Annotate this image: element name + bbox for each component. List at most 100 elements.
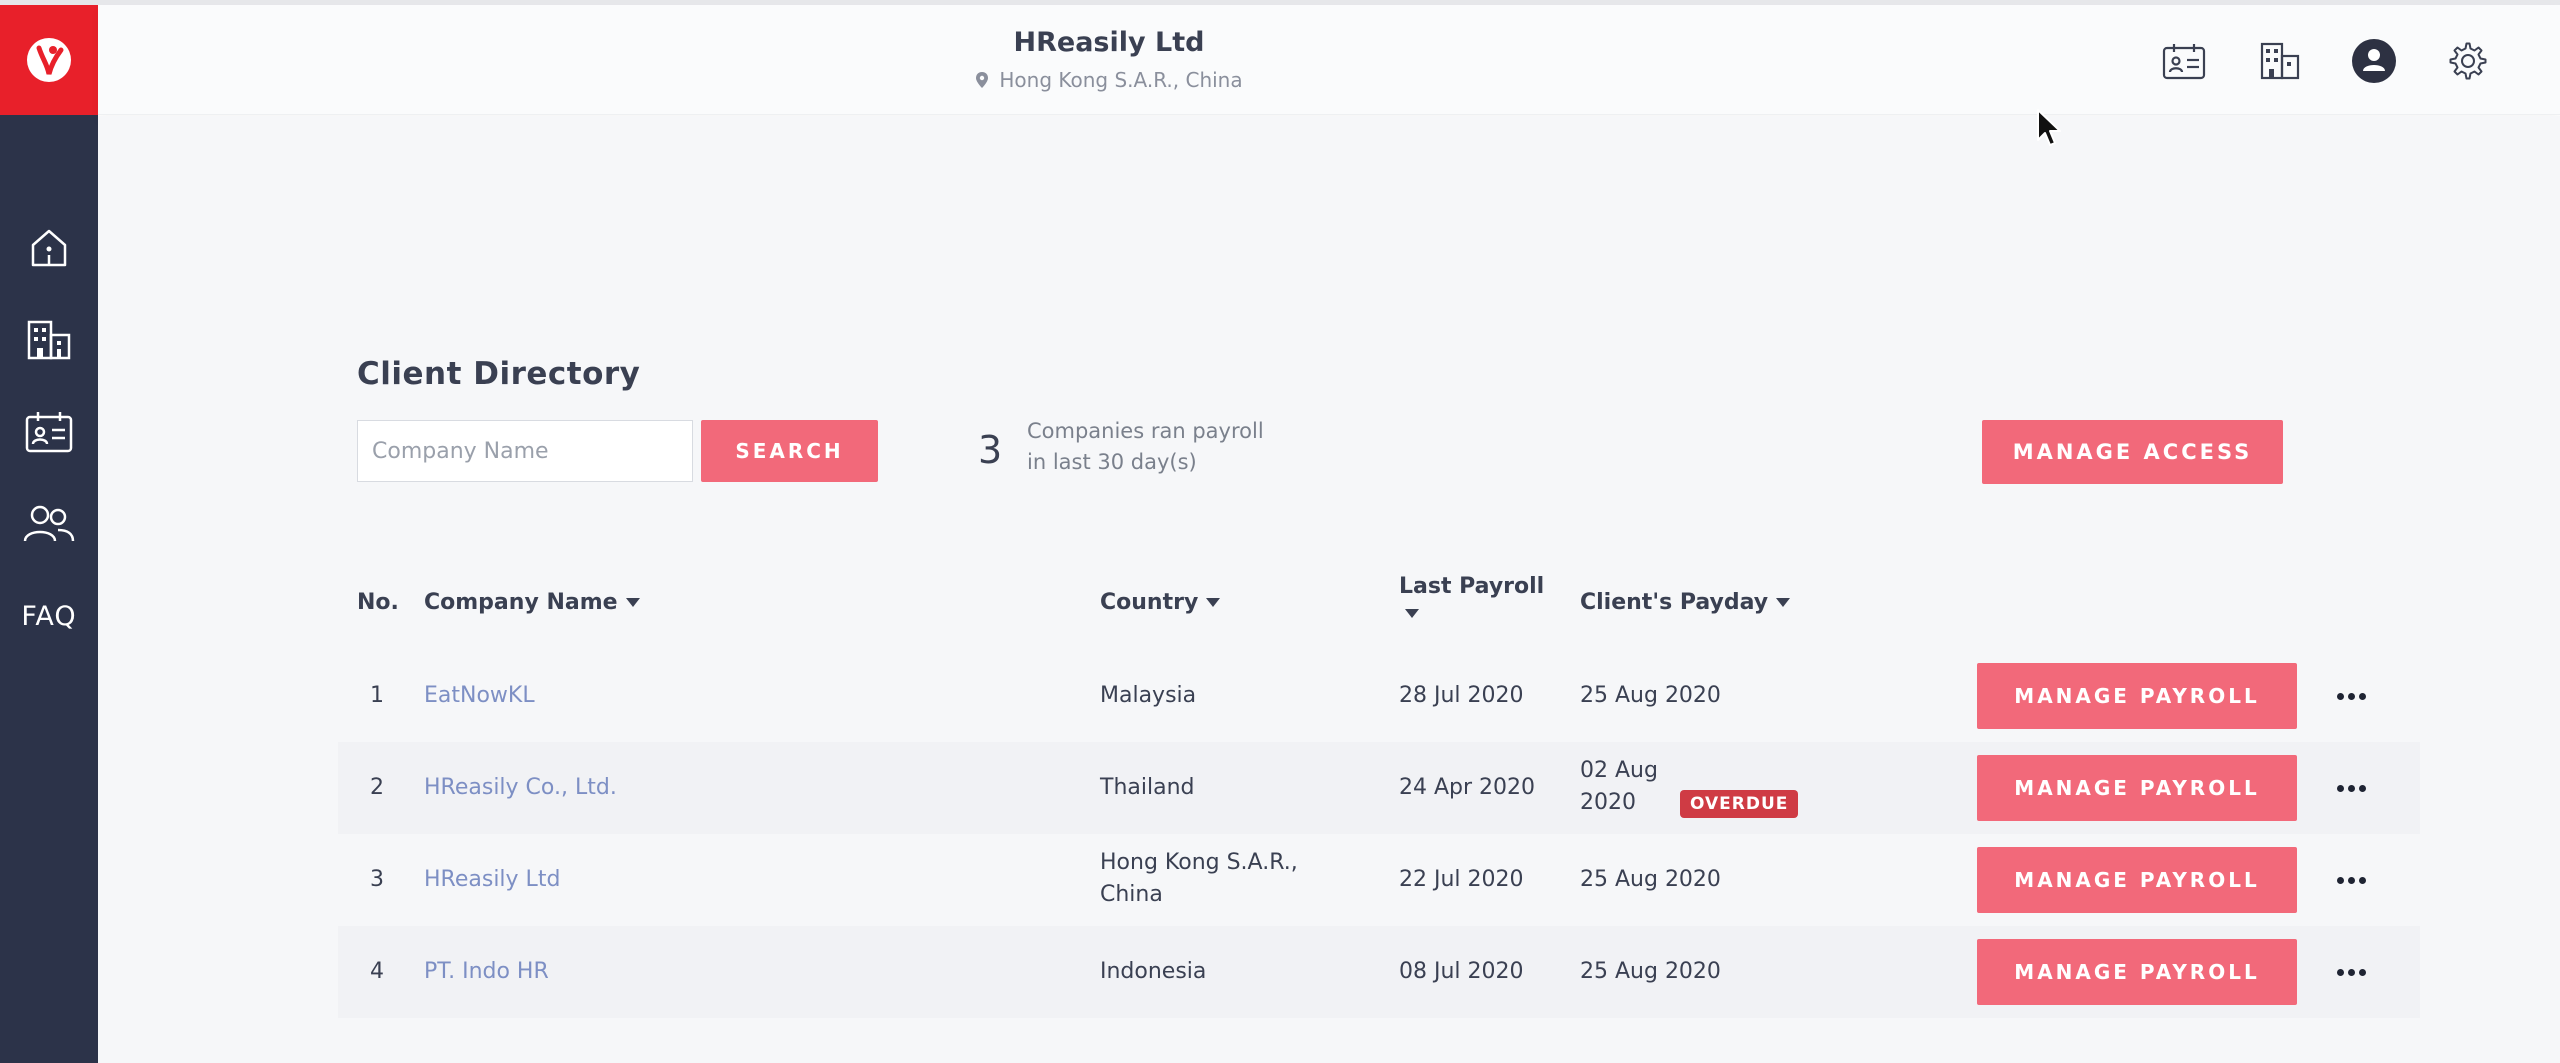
payroll-run-description: Companies ran payroll in last 30 day(s): [1027, 416, 1347, 478]
country-cell: Malaysia: [1100, 683, 1197, 708]
manage-payroll-button[interactable]: MANAGE PAYROLL: [1977, 663, 2297, 729]
gear-icon: [2449, 42, 2487, 80]
sidebar-faq-label: FAQ: [21, 600, 77, 632]
column-header-country-label: Country: [1100, 590, 1199, 615]
company-title: HReasily Ltd: [1013, 27, 1205, 58]
column-header-no-label: No.: [357, 590, 399, 615]
row-number: 1: [370, 683, 384, 708]
more-dot-icon: [2336, 968, 2344, 976]
sidebar-item-home[interactable]: [0, 213, 98, 283]
more-dot-icon: [2347, 692, 2355, 700]
table-row: 1 EatNowKL Malaysia 28 Jul 2020 25 Aug 2…: [338, 650, 2420, 742]
header-payroll-calendar-button[interactable]: [2160, 37, 2208, 85]
column-header-no: No.: [357, 590, 399, 615]
logo-icon: [27, 38, 71, 82]
last-payroll-cell: 22 Jul 2020: [1399, 867, 1524, 892]
payroll-run-description-line1: Companies ran payroll: [1027, 419, 1264, 443]
more-dot-icon: [2358, 692, 2366, 700]
country-cell: Thailand: [1100, 775, 1195, 800]
company-search-input[interactable]: [357, 420, 693, 482]
manage-payroll-button[interactable]: MANAGE PAYROLL: [1977, 847, 2297, 913]
more-options-button[interactable]: [2331, 773, 2371, 803]
column-header-payday[interactable]: Client's Payday: [1580, 590, 1791, 615]
sidebar-item-users[interactable]: [0, 489, 98, 559]
building-icon: [27, 320, 71, 360]
more-dot-icon: [2336, 876, 2344, 884]
search-button[interactable]: SEARCH: [701, 420, 878, 482]
more-options-button[interactable]: [2331, 865, 2371, 895]
id-card-calendar-icon: [2162, 44, 2206, 80]
last-payroll-cell: 28 Jul 2020: [1399, 683, 1524, 708]
row-number: 2: [370, 775, 384, 800]
company-location: Hong Kong S.A.R., China: [859, 68, 1359, 92]
app-logo[interactable]: [0, 5, 98, 115]
payday-cell: 02 Aug 2020: [1580, 755, 1658, 819]
sort-caret-icon: [625, 598, 640, 607]
sidebar-item-companies[interactable]: [0, 305, 98, 375]
more-dot-icon: [2358, 784, 2366, 792]
column-header-payday-label: Client's Payday: [1580, 590, 1769, 615]
payday-cell: 25 Aug 2020: [1580, 867, 1721, 892]
column-header-company[interactable]: Company Name: [424, 590, 640, 615]
header-profile-button[interactable]: [2350, 37, 2398, 85]
company-location-text: Hong Kong S.A.R., China: [999, 68, 1243, 92]
sidebar-item-faq[interactable]: FAQ: [0, 581, 98, 651]
table-row: 4 PT. Indo HR Indonesia 08 Jul 2020 25 A…: [338, 926, 2420, 1018]
column-header-last-payroll-label: Last Payroll: [1399, 574, 1545, 599]
manage-payroll-button[interactable]: MANAGE PAYROLL: [1977, 755, 2297, 821]
company-link[interactable]: HReasily Co., Ltd.: [424, 772, 617, 804]
home-icon: [31, 229, 67, 267]
row-number: 3: [370, 867, 384, 892]
more-dot-icon: [2347, 876, 2355, 884]
top-header: HReasily Ltd Hong Kong S.A.R., China: [98, 5, 2560, 115]
id-card-calendar-icon: [25, 412, 73, 453]
country-cell: Indonesia: [1100, 959, 1207, 984]
user-avatar-icon: [2352, 39, 2396, 83]
column-header-company-label: Company Name: [424, 590, 618, 615]
last-payroll-cell: 08 Jul 2020: [1399, 959, 1524, 984]
more-dot-icon: [2358, 968, 2366, 976]
page-title: Client Directory: [357, 356, 641, 392]
app-root: FAQ HReasily Ltd Hong Kong S.A.R., China: [0, 0, 2560, 1063]
more-dot-icon: [2347, 968, 2355, 976]
sidebar: FAQ: [0, 5, 98, 1063]
building-icon: [2260, 42, 2300, 80]
more-options-button[interactable]: [2331, 681, 2371, 711]
payday-cell: 25 Aug 2020: [1580, 959, 1721, 984]
main-content: Client Directory SEARCH 3 Companies ran …: [98, 116, 2560, 1063]
country-cell-line2: China: [1100, 882, 1163, 907]
payday-cell: 25 Aug 2020: [1580, 683, 1721, 708]
payday-cell-line2: 2020: [1580, 790, 1636, 815]
sidebar-item-payroll-calendar[interactable]: [0, 397, 98, 467]
header-companies-button[interactable]: [2256, 37, 2304, 85]
column-header-last-payroll[interactable]: Last Payroll: [1399, 574, 1544, 618]
location-pin-icon: [976, 72, 989, 88]
manage-access-button[interactable]: MANAGE ACCESS: [1982, 420, 2283, 484]
sort-caret-icon: [1776, 598, 1791, 607]
header-settings-button[interactable]: [2444, 37, 2492, 85]
payroll-run-description-line2: in last 30 day(s): [1027, 450, 1197, 474]
table-row: 3 HReasily Ltd Hong Kong S.A.R., China 2…: [338, 834, 2420, 926]
last-payroll-cell: 24 Apr 2020: [1399, 775, 1536, 800]
country-cell: Hong Kong S.A.R., China: [1100, 847, 1298, 911]
company-link[interactable]: EatNowKL: [424, 680, 535, 712]
more-dot-icon: [2336, 692, 2344, 700]
mouse-cursor-icon: [2037, 109, 2061, 146]
manage-payroll-button[interactable]: MANAGE PAYROLL: [1977, 939, 2297, 1005]
sort-caret-icon: [1405, 609, 1419, 618]
company-link[interactable]: HReasily Ltd: [424, 864, 560, 896]
users-icon: [23, 505, 75, 542]
company-switcher[interactable]: HReasily Ltd Hong Kong S.A.R., China: [859, 27, 1359, 92]
more-dot-icon: [2336, 784, 2344, 792]
payroll-run-count: 3: [978, 428, 1003, 472]
payday-cell-line1: 02 Aug: [1580, 758, 1658, 783]
table-row: 2 HReasily Co., Ltd. Thailand 24 Apr 202…: [338, 742, 2420, 834]
overdue-badge: OVERDUE: [1680, 790, 1799, 818]
more-dot-icon: [2358, 876, 2366, 884]
column-header-country[interactable]: Country: [1100, 590, 1221, 615]
country-cell-line1: Hong Kong S.A.R.,: [1100, 850, 1298, 875]
row-number: 4: [370, 959, 384, 984]
more-dot-icon: [2347, 784, 2355, 792]
more-options-button[interactable]: [2331, 957, 2371, 987]
company-link[interactable]: PT. Indo HR: [424, 956, 549, 988]
